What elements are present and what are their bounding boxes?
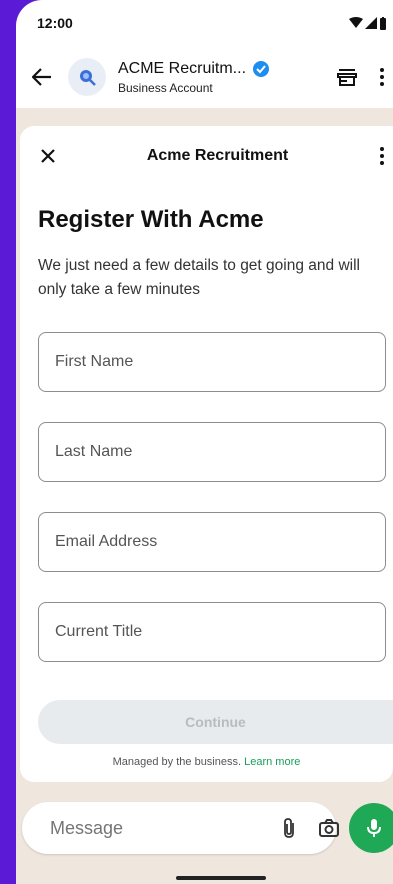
form-description: We just need a few details to get going … <box>38 257 360 298</box>
form-heading: Register With Acme <box>38 206 264 233</box>
email-field[interactable]: Email Address <box>38 512 386 572</box>
message-composer <box>22 802 339 854</box>
storefront-icon[interactable] <box>337 68 357 86</box>
signal-icon <box>365 17 377 29</box>
sheet-header: Acme Recruitment <box>20 126 393 186</box>
back-button[interactable] <box>30 65 54 89</box>
voice-message-button[interactable] <box>349 803 393 853</box>
more-vert-icon[interactable] <box>379 146 385 166</box>
contact-name: ACME Recruitm... <box>118 59 247 77</box>
microphone-icon <box>367 819 381 837</box>
status-icons <box>349 16 387 30</box>
first-name-field[interactable]: First Name <box>38 332 386 392</box>
last-name-field[interactable]: Last Name <box>38 422 386 482</box>
verified-badge-icon <box>253 60 270 77</box>
wifi-icon <box>349 17 363 28</box>
contact-subtitle: Business Account <box>118 80 213 95</box>
continue-button[interactable]: Continue <box>38 700 393 744</box>
avatar[interactable] <box>68 58 106 96</box>
flow-sheet: Acme Recruitment Register With Acme We j… <box>20 126 393 782</box>
message-input[interactable] <box>50 817 282 839</box>
attach-icon[interactable] <box>282 817 296 839</box>
chat-app-bar: ACME Recruitm... Business Account <box>16 46 393 108</box>
business-logo-icon <box>80 70 96 86</box>
arrow-left-icon <box>32 68 51 86</box>
managed-note: Managed by the business. Learn more <box>20 756 393 768</box>
phone-screen: 12:00 ACME Recruitm... Business Account <box>16 0 393 884</box>
battery-icon <box>380 16 386 30</box>
chat-title-block[interactable]: ACME Recruitm... Business Account <box>118 60 337 95</box>
status-bar: 12:00 <box>16 0 393 46</box>
close-icon[interactable] <box>40 148 56 164</box>
sheet-title: Acme Recruitment <box>146 147 289 164</box>
current-title-field[interactable]: Current Title <box>38 602 386 662</box>
home-indicator[interactable] <box>176 876 266 880</box>
managed-text: Managed by the business. <box>112 756 242 768</box>
status-time: 12:00 <box>37 15 73 31</box>
camera-icon[interactable] <box>318 818 340 838</box>
learn-more-link[interactable]: Learn more <box>244 756 300 768</box>
more-vert-icon[interactable] <box>379 67 385 87</box>
